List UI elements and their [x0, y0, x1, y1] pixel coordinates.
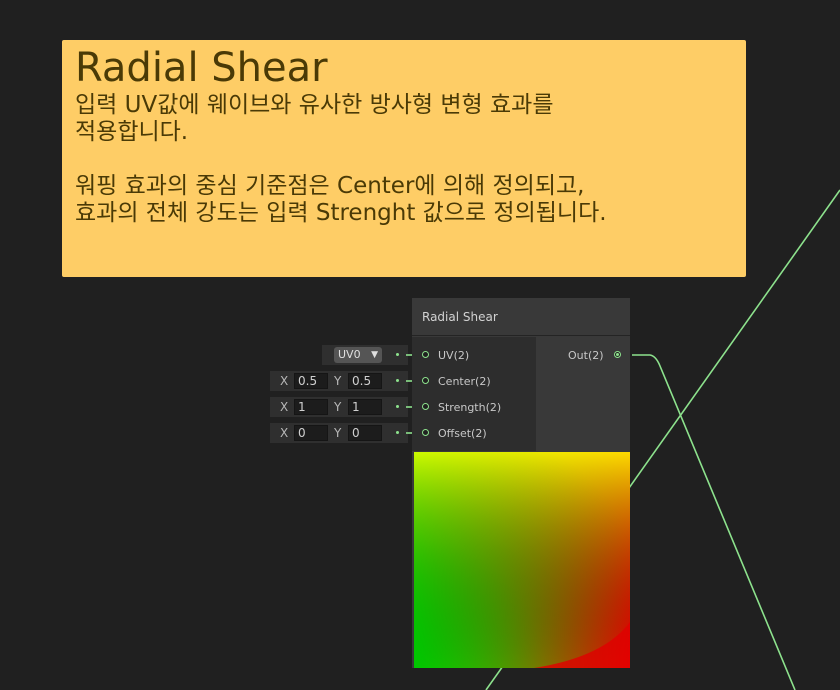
out-port[interactable] — [614, 351, 621, 358]
sticky-note-title: Radial Shear — [75, 45, 328, 91]
node-preview — [414, 452, 630, 668]
uv-channel-dropdown[interactable]: UV0 ▼ — [334, 347, 382, 363]
center-y-input[interactable]: 0.5 — [348, 373, 382, 389]
preview-gradient — [414, 452, 630, 668]
offset-port[interactable] — [422, 429, 429, 436]
uv-channel-value: UV0 — [338, 348, 361, 361]
center-x-label: X — [280, 374, 289, 388]
offset-connector-dot — [396, 431, 399, 434]
uv-input-field: UV0 ▼ — [322, 345, 408, 365]
offset-input-field: X 0 Y 0 — [270, 423, 408, 443]
uv-port-label: UV(2) — [438, 349, 470, 362]
uv-connector-dot — [396, 353, 399, 356]
sticky-note[interactable]: Radial Shear 입력 UV값에 웨이브와 유사한 방사형 변형 효과를… — [62, 40, 746, 277]
strength-connector-dot — [396, 405, 399, 408]
center-input-field: X 0.5 Y 0.5 — [270, 371, 408, 391]
strength-port[interactable] — [422, 403, 429, 410]
center-port-label: Center(2) — [438, 375, 491, 388]
chevron-down-icon: ▼ — [371, 350, 378, 360]
strength-input-field: X 1 Y 1 — [270, 397, 408, 417]
uv-port[interactable] — [422, 351, 429, 358]
node-input-ports: UV(2) Center(2) Strength(2) Offset(2) — [412, 337, 536, 451]
center-x-input[interactable]: 0.5 — [294, 373, 328, 389]
node-output-ports: Out(2) — [536, 337, 630, 451]
offset-port-label: Offset(2) — [438, 427, 487, 440]
strength-port-label: Strength(2) — [438, 401, 502, 414]
node-title[interactable]: Radial Shear — [412, 298, 630, 336]
offset-x-input[interactable]: 0 — [294, 425, 328, 441]
strength-x-label: X — [280, 400, 289, 414]
wire-out — [632, 354, 796, 690]
strength-y-input[interactable]: 1 — [348, 399, 382, 415]
radial-shear-node[interactable]: Radial Shear UV(2) Center(2) Strength(2)… — [412, 298, 630, 668]
center-port[interactable] — [422, 377, 429, 384]
strength-y-label: Y — [334, 400, 342, 414]
center-y-label: Y — [334, 374, 342, 388]
out-port-label: Out(2) — [568, 349, 604, 362]
center-connector-dot — [396, 379, 399, 382]
offset-x-label: X — [280, 426, 289, 440]
offset-y-label: Y — [334, 426, 342, 440]
sticky-note-body: 입력 UV값에 웨이브와 유사한 방사형 변형 효과를 적용합니다. 워핑 효과… — [75, 92, 607, 226]
offset-y-input[interactable]: 0 — [348, 425, 382, 441]
strength-x-input[interactable]: 1 — [294, 399, 328, 415]
